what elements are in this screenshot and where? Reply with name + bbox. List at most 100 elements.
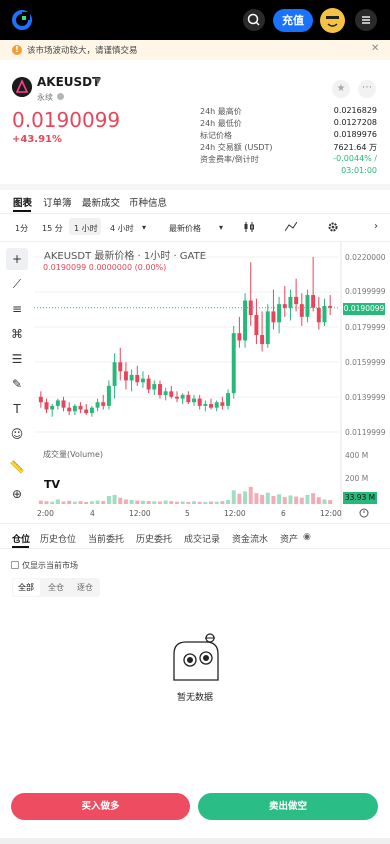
chevron-down-icon[interactable]: ▾ [142,223,146,232]
vol-tick: 200 M [345,474,369,483]
volume-bar [118,497,123,504]
tab-trades[interactable]: 最新成交 [82,195,120,209]
volume-bar [123,499,128,504]
tab-orderbook[interactable]: 订单簿 [43,195,72,209]
divider [0,548,390,549]
market-symbol[interactable]: AKEUSDT [37,75,100,89]
favorite-star-icon[interactable]: ★ [332,80,350,98]
tab-open-orders[interactable]: 当前委托 [88,532,124,545]
deposit-button[interactable]: 充值 [273,9,313,32]
candle-body [316,307,321,323]
interval-15m[interactable]: 15 分 [42,223,63,234]
eye-icon[interactable]: ◉ [303,532,311,542]
candle-body [192,398,196,403]
stat-value-countdown: 03:01:00 [341,166,377,175]
tab-trade-history[interactable]: 成交记录 [184,532,220,545]
volume-bar [95,500,100,504]
avatar[interactable] [320,8,345,33]
candle-body [67,407,72,412]
avatar-face-icon [320,8,345,33]
candle-body [157,384,162,395]
volume-bar [237,493,242,504]
notice-text: 该市场波动较大，请谨慎交易 [27,46,138,56]
volume-bar [254,493,259,504]
interval-4h[interactable]: 4 小时 [110,223,134,234]
candle-body [84,409,89,414]
buy-long-button[interactable]: 买入做多 [11,793,190,820]
stat-value-low: 0.0127208 [333,118,377,127]
volume-bar [299,497,304,504]
chart-ohlc: 0.0190099 0.0000000 (0.00%) [43,263,167,272]
chevron-down-icon[interactable]: ▾ [219,223,223,232]
crosshair-tool-icon[interactable]: + [6,248,28,270]
zoom-in-icon[interactable]: ⊕ [6,483,28,505]
pattern-tool-icon[interactable]: ⌘ [6,323,28,345]
stat-value-funding: -0.0044% / [333,154,377,163]
volume-bar [61,501,66,504]
candle-body [72,405,77,412]
sell-short-button[interactable]: 卖出做空 [198,793,378,820]
brush-tool-icon[interactable]: ✎ [6,373,28,395]
interval-1m[interactable]: 1分 [15,223,28,234]
x-tick: 4 [90,509,95,518]
candle-body [305,295,310,317]
gear-icon[interactable] [328,222,338,232]
current-market-checkbox[interactable] [11,561,19,569]
text-tool-icon[interactable]: T [6,398,28,420]
volume-bar [106,496,111,504]
menu-button[interactable] [355,9,377,31]
volume-label: 成交量(Volume) [43,450,103,459]
volume-bar [67,500,72,504]
fib-tool-icon[interactable]: ☰ [6,348,28,370]
segment-isolated[interactable]: 逐仓 [77,582,93,593]
candle-body [237,333,242,341]
candle-body [294,296,299,305]
candle-body [260,335,265,345]
volume-bar [146,501,151,504]
candle-body [123,371,128,381]
segment-all[interactable]: 全部 [18,582,34,593]
search-button[interactable] [243,9,265,31]
alert-icon: ! [12,45,22,55]
volume-bar [72,501,77,504]
candle-type-icon[interactable] [243,222,255,232]
indicators-icon[interactable] [285,222,297,232]
price-type-select[interactable]: 最新价格 [169,223,201,234]
tab-assets[interactable]: 资产 [280,532,298,545]
volume-bar [288,495,293,504]
volume-bar [243,491,248,504]
volume-bar [38,500,43,504]
x-tick: 12:00 [224,509,246,518]
volume-bar [135,500,140,504]
chevron-right-icon[interactable]: › [374,221,378,232]
interval-1h[interactable]: 1 小时 [74,223,98,234]
candlestick-chart[interactable] [34,242,390,520]
stat-label-high: 24h 最高价 [200,107,242,116]
trendline-tool-icon[interactable]: ⟋ [6,273,28,295]
horizontal-lines-tool-icon[interactable]: ≡ [6,298,28,320]
volume-bar [294,496,299,504]
info-icon[interactable] [57,93,64,100]
candle-body [311,295,316,308]
ruler-tool-icon[interactable]: 📏 [6,456,28,478]
gate-logo[interactable] [12,10,32,30]
candle-body [197,398,202,406]
close-icon[interactable]: ✕ [371,43,379,54]
segment-cross[interactable]: 全仓 [48,582,64,593]
section-divider [0,184,390,190]
more-dots-icon[interactable]: ⋯ [358,80,376,98]
x-tick: 6 [281,509,286,518]
emoji-tool-icon[interactable]: ☺ [6,423,28,445]
tab-position-history[interactable]: 历史仓位 [40,532,76,545]
candle-body [95,402,100,408]
volume-bar [282,497,287,504]
tab-chart[interactable]: 图表 [13,195,32,209]
x-tick: 2:00 [37,509,54,518]
tab-positions[interactable]: 仓位 [12,532,30,545]
tab-fund-flow[interactable]: 资金流水 [232,532,268,545]
chevron-down-icon[interactable]: ▼ [95,76,101,85]
volume-bar [169,501,174,504]
tab-order-history[interactable]: 历史委托 [136,532,172,545]
reset-time-icon[interactable] [359,508,369,518]
tab-coin-info[interactable]: 币种信息 [129,195,167,209]
